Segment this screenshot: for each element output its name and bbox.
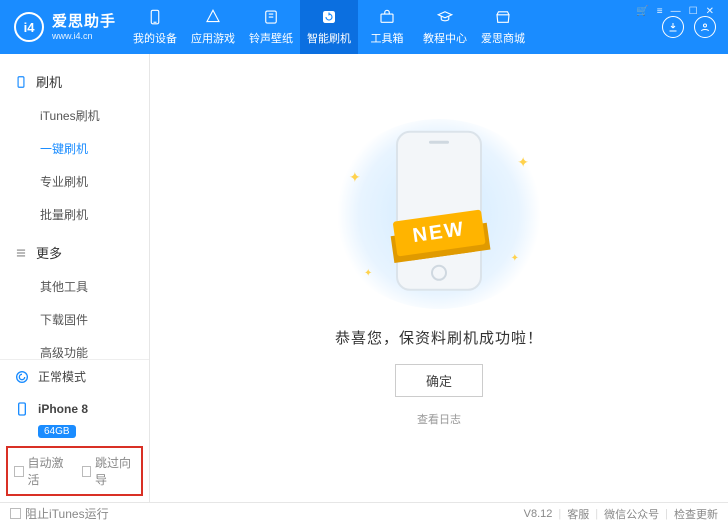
checkbox-skip-wizard[interactable]: 跳过向导: [82, 454, 136, 488]
nav-store[interactable]: 爱思商城: [474, 0, 532, 54]
view-log-link[interactable]: 查看日志: [417, 411, 461, 427]
sidebar-item-batch-flash[interactable]: 批量刷机: [0, 198, 149, 231]
titlebar: i4 爱思助手 www.i4.cn 我的设备 应用游戏 铃声壁纸 智能刷机 工具…: [0, 0, 728, 54]
device-mode-label: 正常模式: [38, 368, 86, 385]
device-storage-badge: 64GB: [38, 425, 76, 438]
window-controls: 🛒 ≡ — ☐ ✕: [636, 0, 722, 17]
sidebar-item-pro-flash[interactable]: 专业刷机: [0, 165, 149, 198]
main-panel: ✦ ✦ ✦ ✦ NEW 恭喜您，保资料刷机成功啦！ 确定 查看日志: [150, 54, 728, 502]
music-icon: [262, 8, 280, 26]
sidebar-group-title: 刷机: [36, 72, 62, 91]
checkbox-label: 自动激活: [28, 454, 68, 488]
separator: |: [665, 508, 668, 520]
phone-outline-icon: [14, 75, 28, 89]
top-nav: 我的设备 应用游戏 铃声壁纸 智能刷机 工具箱 教程中心 爱思商城: [126, 0, 650, 54]
nav-label: 工具箱: [371, 30, 404, 46]
wechat-link[interactable]: 微信公众号: [604, 506, 659, 522]
check-update-link[interactable]: 检查更新: [674, 506, 718, 522]
body: 刷机 iTunes刷机 一键刷机 专业刷机 批量刷机 更多 其他工具 下载固件 …: [0, 54, 728, 502]
mode-normal-icon: [14, 369, 30, 385]
nav-tutorials[interactable]: 教程中心: [416, 0, 474, 54]
sidebar-item-oneclick-flash[interactable]: 一键刷机: [0, 132, 149, 165]
statusbar: 阻止iTunes运行 V8.12 | 客服 | 微信公众号 | 检查更新: [0, 502, 728, 524]
separator: |: [558, 508, 561, 520]
ok-button[interactable]: 确定: [395, 364, 483, 397]
success-illustration: ✦ ✦ ✦ ✦ NEW: [329, 119, 549, 309]
nav-apps-games[interactable]: 应用游戏: [184, 0, 242, 54]
menu-lines-icon: [14, 246, 28, 260]
device-mode-row[interactable]: 正常模式: [0, 360, 149, 393]
success-message: 恭喜您，保资料刷机成功啦！: [335, 327, 543, 348]
logo-text: 爱思助手 www.i4.cn: [52, 13, 116, 42]
checkbox-auto-activate[interactable]: 自动激活: [14, 454, 68, 488]
statusbar-right: V8.12 | 客服 | 微信公众号 | 检查更新: [524, 506, 718, 522]
nav-toolbox[interactable]: 工具箱: [358, 0, 416, 54]
nav-ringtones[interactable]: 铃声壁纸: [242, 0, 300, 54]
graduation-icon: [436, 8, 454, 26]
phone-icon: [146, 8, 164, 26]
sidebar-group-more[interactable]: 更多: [0, 239, 149, 270]
nav-smart-flash[interactable]: 智能刷机: [300, 0, 358, 54]
app-name-en: www.i4.cn: [52, 31, 116, 42]
checkbox-box-icon: [14, 466, 24, 477]
device-name: iPhone 8: [38, 402, 88, 416]
sparkle-icon: ✦: [517, 154, 529, 171]
statusbar-left: 阻止iTunes运行: [10, 505, 109, 522]
nav-label: 应用游戏: [191, 30, 235, 46]
user-button[interactable]: [694, 16, 716, 38]
sidebar-group-title: 更多: [36, 243, 62, 262]
checkbox-label: 跳过向导: [95, 454, 135, 488]
device-row[interactable]: iPhone 8 64GB: [0, 393, 149, 442]
sidebar-item-itunes-flash[interactable]: iTunes刷机: [0, 99, 149, 132]
nav-label: 智能刷机: [307, 30, 351, 46]
separator: |: [595, 508, 598, 520]
checkbox-block-itunes[interactable]: 阻止iTunes运行: [10, 505, 109, 522]
version-label: V8.12: [524, 508, 553, 520]
checkbox-box-icon: [10, 508, 21, 519]
sidebar-scroll: 刷机 iTunes刷机 一键刷机 专业刷机 批量刷机 更多 其他工具 下载固件 …: [0, 54, 149, 359]
appstore-icon: [204, 8, 222, 26]
sidebar-item-download-firmware[interactable]: 下载固件: [0, 303, 149, 336]
app-logo: i4 爱思助手 www.i4.cn: [0, 0, 126, 54]
sidebar-group-flash[interactable]: 刷机: [0, 68, 149, 99]
sparkle-icon: ✦: [511, 253, 519, 264]
nav-label: 我的设备: [133, 30, 177, 46]
minimize-button[interactable]: —: [671, 6, 681, 17]
checkbox-box-icon: [82, 466, 92, 477]
checkbox-label: 阻止iTunes运行: [25, 505, 109, 522]
store-icon: [494, 8, 512, 26]
support-link[interactable]: 客服: [567, 506, 589, 522]
cart-icon[interactable]: 🛒: [636, 6, 648, 17]
logo-icon: i4: [14, 12, 44, 42]
sparkle-icon: ✦: [349, 169, 361, 186]
sidebar-item-advanced[interactable]: 高级功能: [0, 336, 149, 359]
nav-label: 教程中心: [423, 30, 467, 46]
toolbox-icon: [378, 8, 396, 26]
maximize-button[interactable]: ☐: [689, 6, 698, 17]
sidebar-bottom: 正常模式 iPhone 8 64GB 自动激活 跳过向导: [0, 359, 149, 502]
close-button[interactable]: ✕: [706, 6, 714, 17]
nav-label: 爱思商城: [481, 30, 525, 46]
sparkle-icon: ✦: [364, 268, 372, 279]
nav-my-device[interactable]: 我的设备: [126, 0, 184, 54]
app-name-cn: 爱思助手: [52, 13, 116, 31]
sidebar-item-other-tools[interactable]: 其他工具: [0, 270, 149, 303]
download-button[interactable]: [662, 16, 684, 38]
post-flash-options: 自动激活 跳过向导: [6, 446, 143, 496]
device-phone-icon: [14, 401, 30, 417]
refresh-icon: [320, 8, 338, 26]
menu-icon[interactable]: ≡: [657, 6, 663, 17]
nav-label: 铃声壁纸: [249, 30, 293, 46]
sidebar: 刷机 iTunes刷机 一键刷机 专业刷机 批量刷机 更多 其他工具 下载固件 …: [0, 54, 150, 502]
